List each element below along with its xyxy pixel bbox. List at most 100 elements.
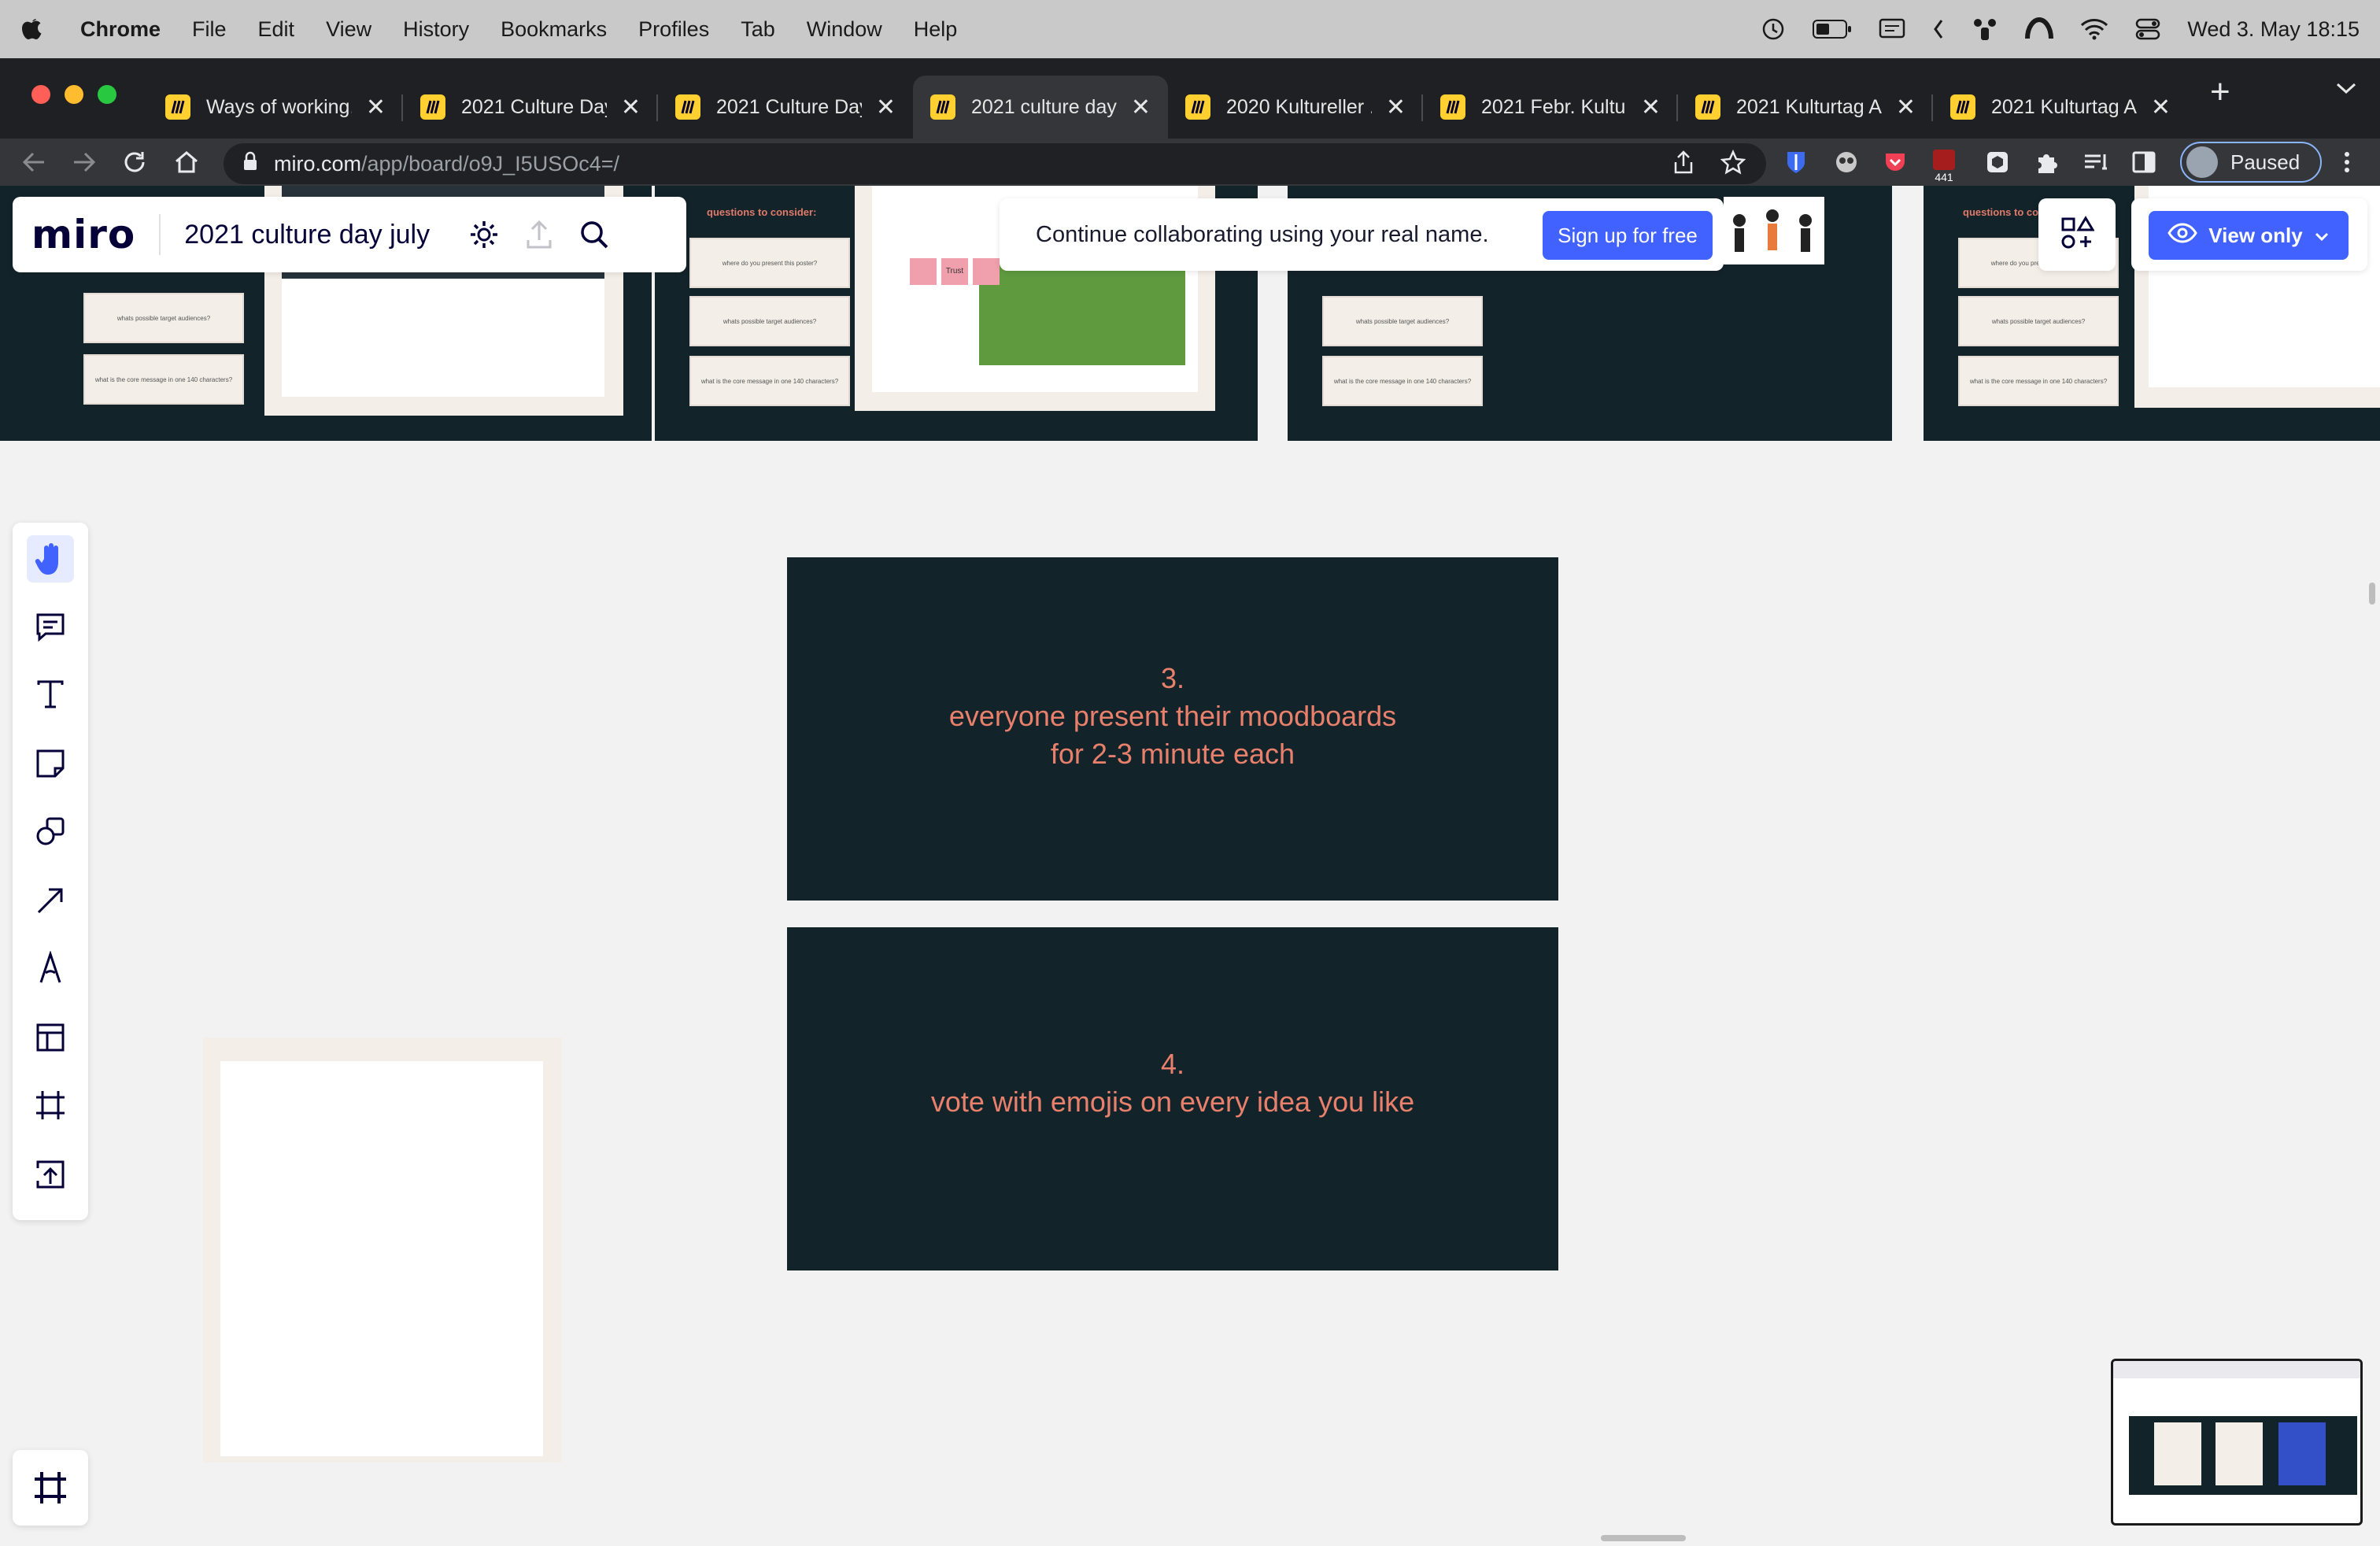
reading-list-icon[interactable]	[2082, 150, 2109, 179]
vertical-scrollbar[interactable]	[2369, 583, 2375, 605]
menu-window[interactable]: Window	[807, 17, 882, 42]
header-divider	[159, 214, 161, 255]
lock-icon[interactable]	[242, 151, 258, 177]
puppet-icon[interactable]	[1972, 17, 1998, 42]
display-icon[interactable]	[1879, 18, 1905, 40]
profile-button[interactable]: Paused	[2180, 142, 2322, 183]
extensions-puzzle-icon[interactable]	[2034, 150, 2059, 179]
menu-app-name[interactable]: Chrome	[80, 17, 161, 42]
mask-extension-icon[interactable]	[1834, 150, 1859, 179]
connection-line-tool-button[interactable]	[27, 877, 74, 924]
browser-tab-4-active[interactable]: 2021 culture day ✕	[913, 76, 1168, 139]
miro-board-canvas[interactable]: whats possible target audiences? what is…	[0, 186, 2380, 1546]
tab-close-icon[interactable]: ✕	[1386, 94, 1406, 121]
question-card: what is the core message in one 140 char…	[689, 356, 850, 406]
browser-tab-1[interactable]: Ways of working, ✕	[148, 76, 403, 139]
board-name[interactable]: 2021 culture day july	[184, 220, 430, 250]
menu-view[interactable]: View	[326, 17, 371, 42]
text-tool-button[interactable]	[27, 671, 74, 718]
pocket-icon[interactable]	[1883, 150, 1908, 179]
poster-area	[220, 1061, 543, 1456]
tab-search-chevron-icon[interactable]	[2334, 80, 2358, 100]
bookmark-star-icon[interactable]	[1720, 149, 1746, 179]
shapes-tool-button[interactable]	[27, 808, 74, 855]
menu-bookmarks[interactable]: Bookmarks	[501, 17, 607, 42]
bitwarden-shield-icon[interactable]	[1785, 150, 1807, 179]
control-center-icon[interactable]	[2135, 17, 2160, 41]
time-machine-icon[interactable]	[1761, 17, 1786, 42]
board-minimap[interactable]	[2111, 1359, 2363, 1526]
sticky-note-tool-button[interactable]	[27, 740, 74, 787]
address-bar[interactable]: miro.com/app/board/o9J_I5USOc4=/	[224, 143, 1766, 184]
minimize-window-button[interactable]	[65, 85, 83, 104]
sticky-note-trust: Trust	[941, 258, 968, 285]
arc-icon[interactable]	[2025, 17, 2054, 42]
hand-tool-button[interactable]	[27, 535, 74, 583]
minimap-poster	[2278, 1422, 2326, 1485]
browser-tab-5[interactable]: 2020 Kultureller . ✕	[1168, 76, 1423, 139]
view-only-button[interactable]: View only	[2149, 211, 2349, 260]
box-extension-icon[interactable]	[1985, 150, 2010, 179]
ublock-extension-icon[interactable]: 441	[1930, 150, 1958, 188]
tab-title: 2021 Kulturtag A	[1736, 95, 1882, 118]
forward-arrow-icon[interactable]	[71, 150, 98, 179]
reload-icon[interactable]	[121, 150, 148, 179]
instruction-card-4[interactable]: 4. vote with emojis on every idea you li…	[787, 927, 1558, 1270]
menu-file[interactable]: File	[192, 17, 227, 42]
chevron-left-icon[interactable]	[1932, 18, 1945, 40]
menu-profiles[interactable]: Profiles	[638, 17, 709, 42]
tab-close-icon[interactable]: ✕	[366, 94, 386, 121]
pen-tool-button[interactable]	[27, 945, 74, 992]
empty-poster-frame[interactable]	[203, 1037, 562, 1463]
comment-tool-button[interactable]	[27, 603, 74, 650]
tab-close-icon[interactable]: ✕	[876, 94, 896, 121]
search-icon[interactable]	[578, 218, 611, 251]
tab-close-icon[interactable]: ✕	[621, 94, 641, 121]
moodboard-image	[979, 261, 1185, 365]
question-card: what is the core message in one 140 char…	[83, 354, 244, 405]
chrome-menu-kebab-icon[interactable]	[2342, 150, 2352, 179]
tab-close-icon[interactable]: ✕	[2151, 94, 2171, 121]
menu-edit[interactable]: Edit	[258, 17, 295, 42]
wifi-icon[interactable]	[2080, 18, 2108, 40]
back-arrow-icon[interactable]	[20, 150, 47, 179]
menu-help[interactable]: Help	[914, 17, 958, 42]
new-tab-plus-icon[interactable]: +	[2210, 72, 2230, 112]
apps-shapes-button[interactable]	[2038, 198, 2116, 271]
menubar-clock[interactable]: Wed 3. May 18:15	[2187, 17, 2360, 42]
upload-tool-button[interactable]	[27, 1151, 74, 1198]
zoom-window-button[interactable]	[98, 85, 116, 104]
browser-tab-2[interactable]: 2021 Culture Day ✕	[403, 76, 658, 139]
horizontal-scrollbar[interactable]	[1601, 1535, 1686, 1541]
home-icon[interactable]	[173, 150, 200, 179]
templates-tool-button[interactable]	[27, 1014, 74, 1061]
close-window-button[interactable]	[31, 85, 50, 104]
tab-title: 2021 Febr. Kultur	[1481, 95, 1627, 118]
frame-tool-button[interactable]	[27, 1082, 74, 1129]
tab-close-icon[interactable]: ✕	[1131, 94, 1151, 121]
minimap-header	[2113, 1361, 2360, 1378]
instruction-card-3[interactable]: 3. everyone present their moodboards for…	[787, 557, 1558, 901]
sign-up-button[interactable]: Sign up for free	[1543, 211, 1713, 260]
miro-logo[interactable]: miro	[31, 212, 135, 257]
battery-icon[interactable]	[1813, 19, 1852, 39]
side-panel-icon[interactable]	[2131, 150, 2156, 179]
export-upload-icon[interactable]	[523, 218, 556, 251]
frames-panel-button[interactable]	[13, 1450, 88, 1526]
menu-tab[interactable]: Tab	[741, 17, 775, 42]
creation-toolbar	[13, 523, 88, 1220]
sign-up-banner: Continue collaborating using your real n…	[1000, 198, 1724, 271]
browser-tab-8[interactable]: 2021 Kulturtag A ✕	[1933, 76, 2188, 139]
view-mode-wrapper: View only	[2131, 198, 2367, 271]
question-card: whats possible target audiences?	[83, 293, 244, 343]
browser-tab-3[interactable]: 2021 Culture Day ✕	[658, 76, 913, 139]
share-icon[interactable]	[1672, 150, 1695, 179]
browser-tab-7[interactable]: 2021 Kulturtag A ✕	[1678, 76, 1933, 139]
tab-close-icon[interactable]: ✕	[1641, 94, 1661, 121]
apple-icon[interactable]	[20, 16, 47, 43]
browser-tab-6[interactable]: 2021 Febr. Kultur ✕	[1423, 76, 1678, 139]
tab-close-icon[interactable]: ✕	[1896, 94, 1916, 121]
settings-gear-icon[interactable]	[468, 218, 501, 251]
window-controls	[31, 85, 116, 104]
menu-history[interactable]: History	[403, 17, 469, 42]
